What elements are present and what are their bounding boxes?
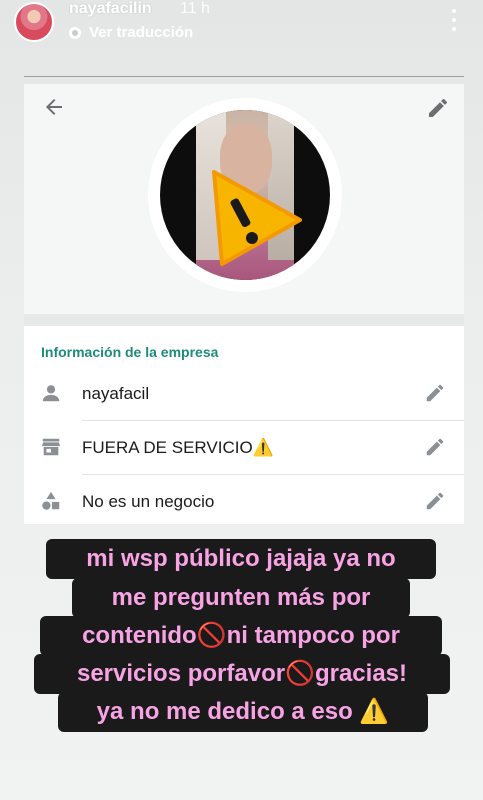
info-row-category[interactable]: No es un negocio	[24, 476, 464, 528]
profile-header	[24, 84, 464, 314]
pencil-icon	[429, 99, 447, 117]
post-time: 11 h	[180, 0, 210, 17]
whatsapp-profile-screenshot: Información de la empresa nayafacil FUER…	[24, 84, 464, 524]
business-category: No es un negocio	[82, 492, 215, 511]
profile-picture-frame	[148, 98, 342, 292]
avatar[interactable]	[14, 2, 54, 42]
info-row-description[interactable]: FUERA DE SERVICIO⚠️	[24, 422, 464, 474]
pencil-icon[interactable]	[424, 436, 446, 458]
story-header: nayafacilin 11 h Ver traducción	[0, 0, 483, 60]
translate-icon	[69, 26, 81, 39]
caption-line: contenido🚫ni tampoco por	[40, 616, 442, 656]
business-info-section: Información de la empresa nayafacil FUER…	[24, 326, 464, 524]
business-name: nayafacil	[82, 384, 150, 403]
person-icon	[42, 385, 60, 402]
warning-icon	[212, 170, 302, 266]
section-title: Información de la empresa	[41, 344, 219, 360]
caption-line: mi wsp público jajaja ya no	[46, 539, 436, 579]
translate-label: Ver traducción	[89, 24, 194, 41]
row-divider	[82, 420, 464, 421]
back-arrow-icon	[46, 99, 62, 115]
business-description: FUERA DE SERVICIO⚠️	[82, 438, 274, 457]
row-divider	[82, 474, 464, 475]
pencil-icon[interactable]	[424, 382, 446, 404]
store-icon	[41, 438, 61, 456]
more-options-icon[interactable]	[448, 9, 460, 31]
profile-picture	[160, 110, 330, 280]
pencil-icon[interactable]	[424, 490, 446, 512]
username[interactable]: nayafacilin	[69, 0, 152, 18]
caption-line: ya no me dedico a eso ⚠️	[58, 692, 428, 732]
info-row-name[interactable]: nayafacil	[24, 368, 464, 420]
section-separator	[24, 314, 464, 326]
caption-line: servicios porfavor🚫gracias!	[34, 654, 450, 694]
translate-button[interactable]: Ver traducción	[69, 24, 193, 41]
divider	[24, 76, 464, 77]
shapes-icon	[42, 491, 60, 510]
caption-line: me pregunten más por	[72, 578, 410, 618]
